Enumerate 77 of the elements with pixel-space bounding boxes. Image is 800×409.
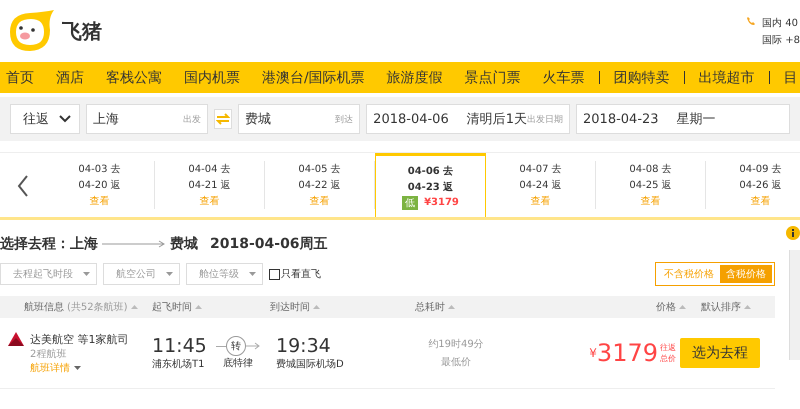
currency-symbol: ¥	[589, 346, 597, 360]
hotline-number: 国内 40	[762, 16, 799, 30]
transfer-city: 底特律	[223, 356, 253, 370]
nav-link[interactable]: 酒店	[56, 68, 84, 86]
nav-link[interactable]: 首页	[6, 68, 34, 86]
caret-icon	[83, 272, 90, 276]
arrow-icon	[102, 240, 166, 248]
date-option[interactable]: 04-05 去 04-22 返 查看	[265, 161, 375, 209]
column-header[interactable]: 默认排序	[701, 300, 751, 314]
airline-name: 达美航空 等1家航司	[30, 332, 128, 346]
price-note: 总价	[660, 353, 676, 364]
sort-arrow-icon	[313, 305, 320, 309]
duration: 约19时49分	[428, 338, 484, 351]
hotline-number: 国际 +8	[762, 34, 800, 46]
return-date-field[interactable]: 2018-04-23	[583, 112, 659, 126]
column-header[interactable]: 到达时间	[270, 300, 415, 314]
date-option[interactable]: 04-08 去 04-25 返 查看	[596, 161, 706, 209]
arrival-time: 19:34	[276, 335, 332, 357]
to-city-field[interactable]: 费城	[244, 110, 271, 128]
select-outbound-button[interactable]: 选为去程	[680, 338, 760, 368]
sort-arrow-icon	[130, 305, 138, 309]
from-city-field[interactable]: 上海	[93, 110, 119, 128]
sort-arrow-icon	[448, 305, 455, 309]
date-note: 清明后1天	[466, 111, 528, 128]
field-hint: 到达	[335, 114, 354, 126]
nav-link[interactable]: 出境超市	[698, 68, 755, 86]
flight-price: 3179	[596, 339, 658, 367]
date-note: 星期一	[676, 111, 716, 128]
departure-airport: 浦东机场T1	[152, 358, 206, 371]
column-header[interactable]: 价格	[573, 300, 701, 314]
column-header[interactable]: 航班信息 (共52条航班)	[0, 300, 152, 314]
airline-logo-icon	[8, 332, 24, 346]
nav-link[interactable]: 目	[784, 68, 798, 86]
field-hint: 出发	[183, 114, 202, 126]
date-option[interactable]: 04-07 去 04-24 返 查看	[486, 161, 596, 209]
lowest-price-tag: 最低价	[441, 355, 471, 369]
lowest-price: ¥3179	[424, 197, 459, 208]
transfer-badge: 转	[226, 336, 246, 356]
column-header[interactable]: 起飞时间	[152, 300, 270, 314]
low-badge: 低	[402, 196, 418, 210]
phone-icon	[746, 16, 756, 26]
route-heading: 选择去程：上海	[0, 235, 98, 253]
date-heading: 2018-04-06周五	[210, 235, 328, 253]
nav-link[interactable]: 港澳台/国际机票	[262, 68, 365, 86]
nav-link[interactable]: 客栈公寓	[106, 68, 162, 86]
arrival-airport: 费城国际机场D	[276, 358, 345, 371]
departure-time: 11:45	[152, 335, 206, 357]
chevron-left-icon[interactable]	[17, 175, 29, 197]
date-option[interactable]: 04-04 去 04-21 返 查看	[155, 161, 265, 209]
leg-count: 2程航班	[30, 348, 68, 360]
info-icon	[786, 226, 800, 240]
caret-icon	[166, 272, 173, 276]
trip-type-select[interactable]: 往返	[10, 104, 80, 134]
checkbox[interactable]	[269, 268, 280, 280]
price-note: 往返	[660, 342, 676, 353]
caret-icon	[249, 272, 256, 276]
column-header[interactable]: 总耗时	[415, 300, 573, 314]
destination-heading: 费城	[170, 235, 198, 253]
brand-name: 飞猪	[62, 18, 102, 44]
nav-link[interactable]: 团购特卖	[614, 68, 670, 86]
nav-link[interactable]: 国内机票	[184, 68, 240, 86]
swap-icon	[216, 113, 230, 125]
sort-arrow-icon	[679, 305, 686, 309]
sort-arrow-icon	[744, 305, 751, 309]
date-option[interactable]: 04-09 去 04-26 返 查看	[706, 161, 800, 209]
field-hint: 出发日期	[527, 114, 564, 126]
caret-icon	[74, 366, 81, 370]
date-option[interactable]: 04-06 去 04-23 返 低 ¥3179	[375, 153, 486, 217]
depart-date-field[interactable]: 2018-04-06	[373, 112, 449, 126]
chevron-down-icon	[59, 115, 71, 123]
nav-link[interactable]: 火车票	[542, 68, 585, 86]
checkbox-label: 只看直飞	[281, 268, 321, 281]
arrow-icon	[246, 342, 260, 350]
nav-link[interactable]: 景点门票	[464, 68, 521, 86]
date-option[interactable]: 04-03 去 04-20 返 查看	[45, 161, 155, 209]
sort-arrow-icon	[195, 305, 202, 309]
nav-link[interactable]: 旅游度假	[386, 68, 443, 86]
